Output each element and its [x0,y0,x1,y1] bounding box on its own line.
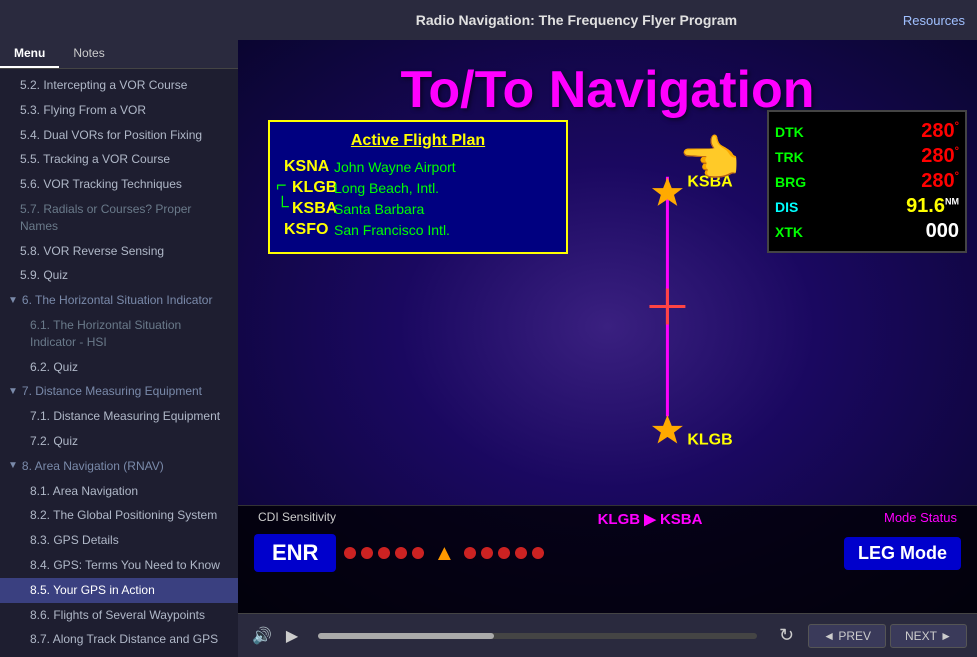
enr-box: ENR [254,534,336,572]
cdi-panel: CDI Sensitivity KLGB ▶ KSBA Mode Status … [238,505,977,613]
progress-bar-fill [318,633,494,639]
sidebar-item-8-1[interactable]: 8.1. Area Navigation [0,479,238,504]
main-layout: Menu Notes 5.2. Intercepting a VOR Cours… [0,40,977,657]
cdi-dot [498,547,510,559]
cdi-dot [361,547,373,559]
sidebar-item-7-1[interactable]: 7.1. Distance Measuring Equipment [0,404,238,429]
sidebar-section-8[interactable]: ▼ 8. Area Navigation (RNAV) [0,454,238,479]
resources-link[interactable]: Resources [903,13,965,28]
sidebar-item-8-4[interactable]: 8.4. GPS: Terms You Need to Know [0,553,238,578]
sidebar-item-5-6[interactable]: 5.6. VOR Tracking Techniques [0,172,238,197]
volume-icon[interactable]: 🔊 [248,624,276,648]
svg-text:KLGB: KLGB [687,431,732,448]
tab-menu[interactable]: Menu [0,40,59,68]
cdi-arrow-icon: ▲ [433,540,455,566]
sidebar-section-6[interactable]: ▼ 6. The Horizontal Situation Indicator [0,288,238,313]
sidebar-item-8-5[interactable]: 8.5. Your GPS in Action [0,578,238,603]
cdi-labels-row: CDI Sensitivity KLGB ▶ KSBA Mode Status [238,506,977,528]
route-label: KLGB ▶ KSBA [598,510,703,528]
sidebar-item-8-2[interactable]: 8.2. The Global Positioning System [0,503,238,528]
sidebar-item-5-7[interactable]: 5.7. Radials or Courses? Proper Names [0,197,238,239]
sidebar-tabs: Menu Notes [0,40,238,69]
progress-bar[interactable] [318,633,757,639]
hand-pointer-icon: 👉 [680,130,742,189]
next-button[interactable]: NEXT ► [890,624,967,648]
chevron-down-icon: ▼ [8,459,18,473]
mode-status-label: Mode Status [884,510,957,528]
sidebar-section-7[interactable]: ▼ 7. Distance Measuring Equipment [0,379,238,404]
play-button[interactable]: ▶ [282,624,302,648]
slide-inner: To/To Navigation Active Flight Plan KSNA… [238,40,977,613]
sidebar-item-8-8[interactable]: 8.8. Quiz [0,652,238,657]
slide-container: To/To Navigation Active Flight Plan KSNA… [238,40,977,613]
sidebar-item-5-3[interactable]: 5.3. Flying From a VOR [0,98,238,123]
leg-mode-box: LEG Mode [844,537,961,570]
media-controls: 🔊 ▶ [248,624,302,648]
cdi-dot [515,547,527,559]
sidebar-item-6-2[interactable]: 6.2. Quiz [0,355,238,380]
nav-buttons: ◄ PREV NEXT ► [808,624,967,648]
sidebar-item-7-2[interactable]: 7.2. Quiz [0,429,238,454]
sidebar-content: 5.2. Intercepting a VOR Course 5.3. Flyi… [0,69,238,657]
cdi-dot [378,547,390,559]
sidebar-item-6-1[interactable]: 6.1. The Horizontal Situation Indicator … [0,313,238,355]
page-title: Radio Navigation: The Frequency Flyer Pr… [250,12,903,28]
chevron-down-icon: ▼ [8,294,18,308]
sidebar: Menu Notes 5.2. Intercepting a VOR Cours… [0,40,238,657]
sidebar-item-5-5[interactable]: 5.5. Tracking a VOR Course [0,147,238,172]
prev-button[interactable]: ◄ PREV [808,624,886,648]
sidebar-item-5-8[interactable]: 5.8. VOR Reverse Sensing [0,239,238,264]
cdi-sensitivity-label: CDI Sensitivity [258,510,336,528]
sidebar-item-5-4[interactable]: 5.4. Dual VORs for Position Fixing [0,123,238,148]
sidebar-item-8-6[interactable]: 8.6. Flights of Several Waypoints [0,603,238,628]
chevron-down-icon: ▼ [8,385,18,399]
top-bar: Radio Navigation: The Frequency Flyer Pr… [0,0,977,40]
content-area: To/To Navigation Active Flight Plan KSNA… [238,40,977,657]
sidebar-item-5-2[interactable]: 5.2. Intercepting a VOR Course [0,73,238,98]
cdi-dot [395,547,407,559]
tab-notes[interactable]: Notes [59,40,118,68]
cdi-bar-row: ENR ▲ [238,528,977,578]
cdi-dot [344,547,356,559]
sidebar-item-8-3[interactable]: 8.3. GPS Details [0,528,238,553]
sidebar-item-5-9[interactable]: 5.9. Quiz [0,263,238,288]
sidebar-item-8-7[interactable]: 8.7. Along Track Distance and GPS [0,627,238,652]
cdi-dots-container: ▲ [344,540,836,566]
cdi-dot [412,547,424,559]
cdi-dot [464,547,476,559]
cdi-dot [532,547,544,559]
cdi-dot [481,547,493,559]
refresh-button[interactable]: ↻ [773,623,800,648]
nav-bar: 🔊 ▶ ↻ ◄ PREV NEXT ► [238,613,977,657]
